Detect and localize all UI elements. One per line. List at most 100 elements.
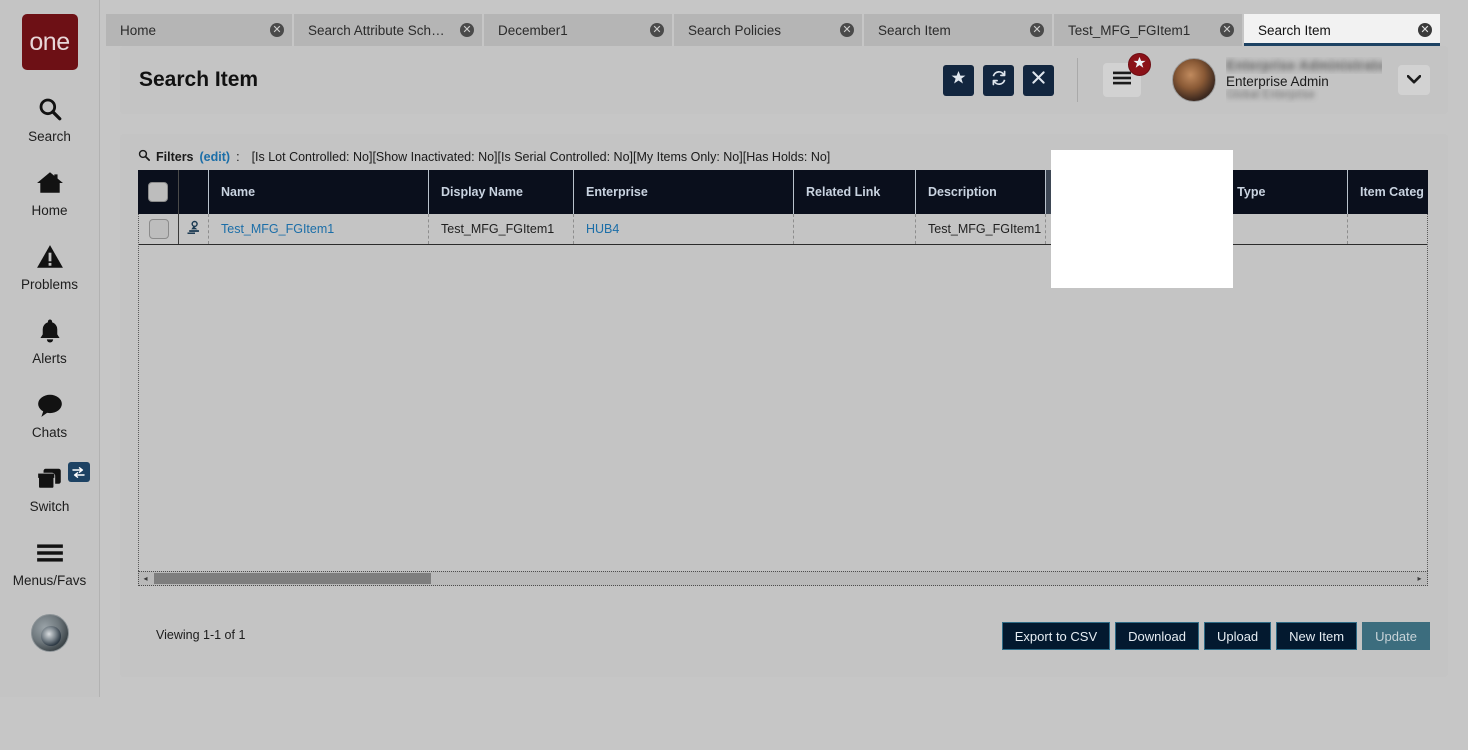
user-name-redacted: Enterprise Administrator: [1226, 57, 1382, 73]
tab-close-icon[interactable]: ✕: [1030, 23, 1044, 37]
row-checkbox[interactable]: [148, 219, 169, 239]
rail-avatar[interactable]: [30, 614, 69, 652]
grid-header-related-link[interactable]: Related Link: [794, 170, 916, 214]
sidebar-item-menus-favs[interactable]: Menus/Favs: [0, 536, 100, 588]
column-label: Item Type: [1208, 185, 1266, 199]
tab-close-icon[interactable]: ✕: [460, 23, 474, 37]
grid-horizontal-scrollbar[interactable]: ◂ ▸: [138, 571, 1428, 586]
tab-close-icon[interactable]: ✕: [650, 23, 664, 37]
warning-triangle-icon: [36, 240, 64, 274]
column-label: Item Categ: [1360, 185, 1424, 199]
tab-close-icon[interactable]: ✕: [1220, 23, 1234, 37]
sidebar-item-home[interactable]: Home: [0, 166, 100, 218]
tab-label: Test_MFG_FGItem1: [1068, 22, 1191, 38]
brand-logo-text: one: [29, 27, 70, 56]
menu-favorites-button[interactable]: [1103, 53, 1151, 97]
grid-header-item-categ[interactable]: Item Categ: [1348, 170, 1428, 214]
grid-header-item-type[interactable]: Item Type: [1196, 170, 1348, 214]
sidebar-item-search[interactable]: Search: [0, 92, 100, 144]
tab-label: Search Item: [1258, 22, 1331, 38]
tab-close-icon[interactable]: ✕: [270, 23, 284, 37]
search-icon: [138, 149, 150, 164]
filters-values: [Is Lot Controlled: No][Show Inactivated…: [251, 149, 831, 164]
download-button[interactable]: Download: [1115, 622, 1199, 650]
close-button[interactable]: [1023, 64, 1054, 96]
header-action-group: Enterprise Administrator Enterprise Admi…: [943, 53, 1448, 103]
user-role: Enterprise Admin: [1226, 73, 1329, 89]
tab-label: December1: [498, 22, 568, 38]
column-label: Display Name: [441, 185, 523, 199]
tab-search-item-active[interactable]: Search Item ✕: [1244, 14, 1440, 46]
tab-label: Search Attribute Schema: [308, 22, 450, 38]
favorite-button[interactable]: [943, 64, 974, 96]
filters-colon: :: [236, 149, 240, 164]
header-divider: [1077, 58, 1078, 102]
tab-label: Search Policies: [688, 22, 782, 38]
grid-header-description[interactable]: Description: [916, 170, 1046, 214]
sidebar-item-label: Menus/Favs: [12, 573, 87, 588]
enterprise-link[interactable]: HUB4: [586, 222, 619, 236]
button-label: New Item: [1289, 628, 1345, 644]
sidebar-item-chats[interactable]: Chats: [0, 388, 100, 440]
refresh-button[interactable]: [983, 64, 1014, 96]
switch-toggle-badge-icon[interactable]: [67, 462, 90, 482]
table-row[interactable]: Test_MFG_FGItem1 Test_MFG_FGItem1 HUB4 T…: [139, 214, 1427, 245]
row-select-cell[interactable]: [139, 214, 179, 244]
brand-logo[interactable]: one: [21, 14, 78, 70]
tab-search-policies[interactable]: Search Policies ✕: [674, 14, 864, 46]
button-label: Export to CSV: [1014, 628, 1098, 644]
grid-select-all-header[interactable]: [138, 170, 179, 214]
grid-header-enterprise[interactable]: Enterprise: [574, 170, 794, 214]
column-label: Enterprise: [586, 185, 648, 199]
tab-close-icon[interactable]: ✕: [840, 23, 854, 37]
new-item-button[interactable]: New Item: [1276, 622, 1358, 650]
search-icon: [37, 92, 63, 126]
row-cell-name: Test_MFG_FGItem1: [209, 214, 429, 244]
footer-action-bar: Export to CSV Download Upload New Item U…: [1001, 622, 1430, 650]
upload-button[interactable]: Upload: [1203, 622, 1272, 650]
cell-value: Test_MFG_FGItem1: [441, 222, 555, 236]
grid-header-row: Name Display Name Enterprise Related Lin…: [138, 170, 1428, 214]
avatar[interactable]: [1172, 58, 1216, 102]
left-nav-rail: one Search Home Problems Alerts Chats Sw…: [0, 0, 100, 697]
tab-home[interactable]: Home ✕: [106, 14, 294, 46]
star-icon: [1133, 56, 1146, 74]
item-name-link[interactable]: Test_MFG_FGItem1: [221, 222, 334, 236]
tab-search-item[interactable]: Search Item ✕: [864, 14, 1054, 46]
sidebar-item-label: Switch: [29, 499, 70, 514]
tab-close-icon[interactable]: ✕: [1418, 23, 1432, 37]
user-profile-block[interactable]: Enterprise Administrator Enterprise Admi…: [1172, 57, 1430, 103]
sidebar-item-label: Alerts: [32, 351, 67, 366]
filters-label: Filters: [156, 149, 194, 164]
sidebar-item-switch[interactable]: Switch: [0, 462, 100, 514]
chat-bubble-icon: [36, 388, 64, 422]
item-stamp-icon[interactable]: [186, 220, 201, 238]
chevron-down-icon: [1406, 71, 1422, 89]
grid-header-december1[interactable]: December1: [1046, 170, 1196, 214]
sidebar-item-label: Search: [28, 129, 71, 144]
hamburger-icon: [1113, 71, 1131, 90]
filters-edit-link[interactable]: (edit): [200, 150, 231, 164]
bell-icon: [37, 314, 63, 348]
scroll-left-arrow-icon[interactable]: ◂: [139, 572, 152, 585]
results-count: Viewing 1-1 of 1: [156, 628, 246, 642]
scrollbar-thumb[interactable]: [154, 573, 431, 584]
grid-icon-column-header: [179, 170, 209, 214]
select-all-checkbox[interactable]: [148, 182, 168, 202]
tab-december1[interactable]: December1 ✕: [484, 14, 674, 46]
sidebar-item-problems[interactable]: Problems: [0, 240, 100, 292]
results-grid: Name Display Name Enterprise Related Lin…: [138, 170, 1428, 750]
grid-header-display-name[interactable]: Display Name: [429, 170, 574, 214]
home-icon: [36, 166, 64, 200]
tab-test-mfg-fgitem1[interactable]: Test_MFG_FGItem1 ✕: [1054, 14, 1244, 46]
grid-header-name[interactable]: Name: [209, 170, 429, 214]
tab-search-attribute-schema[interactable]: Search Attribute Schema ✕: [294, 14, 484, 46]
sidebar-item-label: Home: [31, 203, 68, 218]
row-cell-enterprise: HUB4: [574, 214, 794, 244]
scroll-right-arrow-icon[interactable]: ▸: [1413, 572, 1426, 585]
user-menu-button[interactable]: [1398, 65, 1430, 95]
sidebar-item-alerts[interactable]: Alerts: [0, 314, 100, 366]
row-cell-item-categ: [1348, 214, 1428, 244]
export-to-csv-button[interactable]: Export to CSV: [1001, 622, 1111, 650]
user-text-block: Enterprise Administrator Enterprise Admi…: [1226, 57, 1382, 103]
